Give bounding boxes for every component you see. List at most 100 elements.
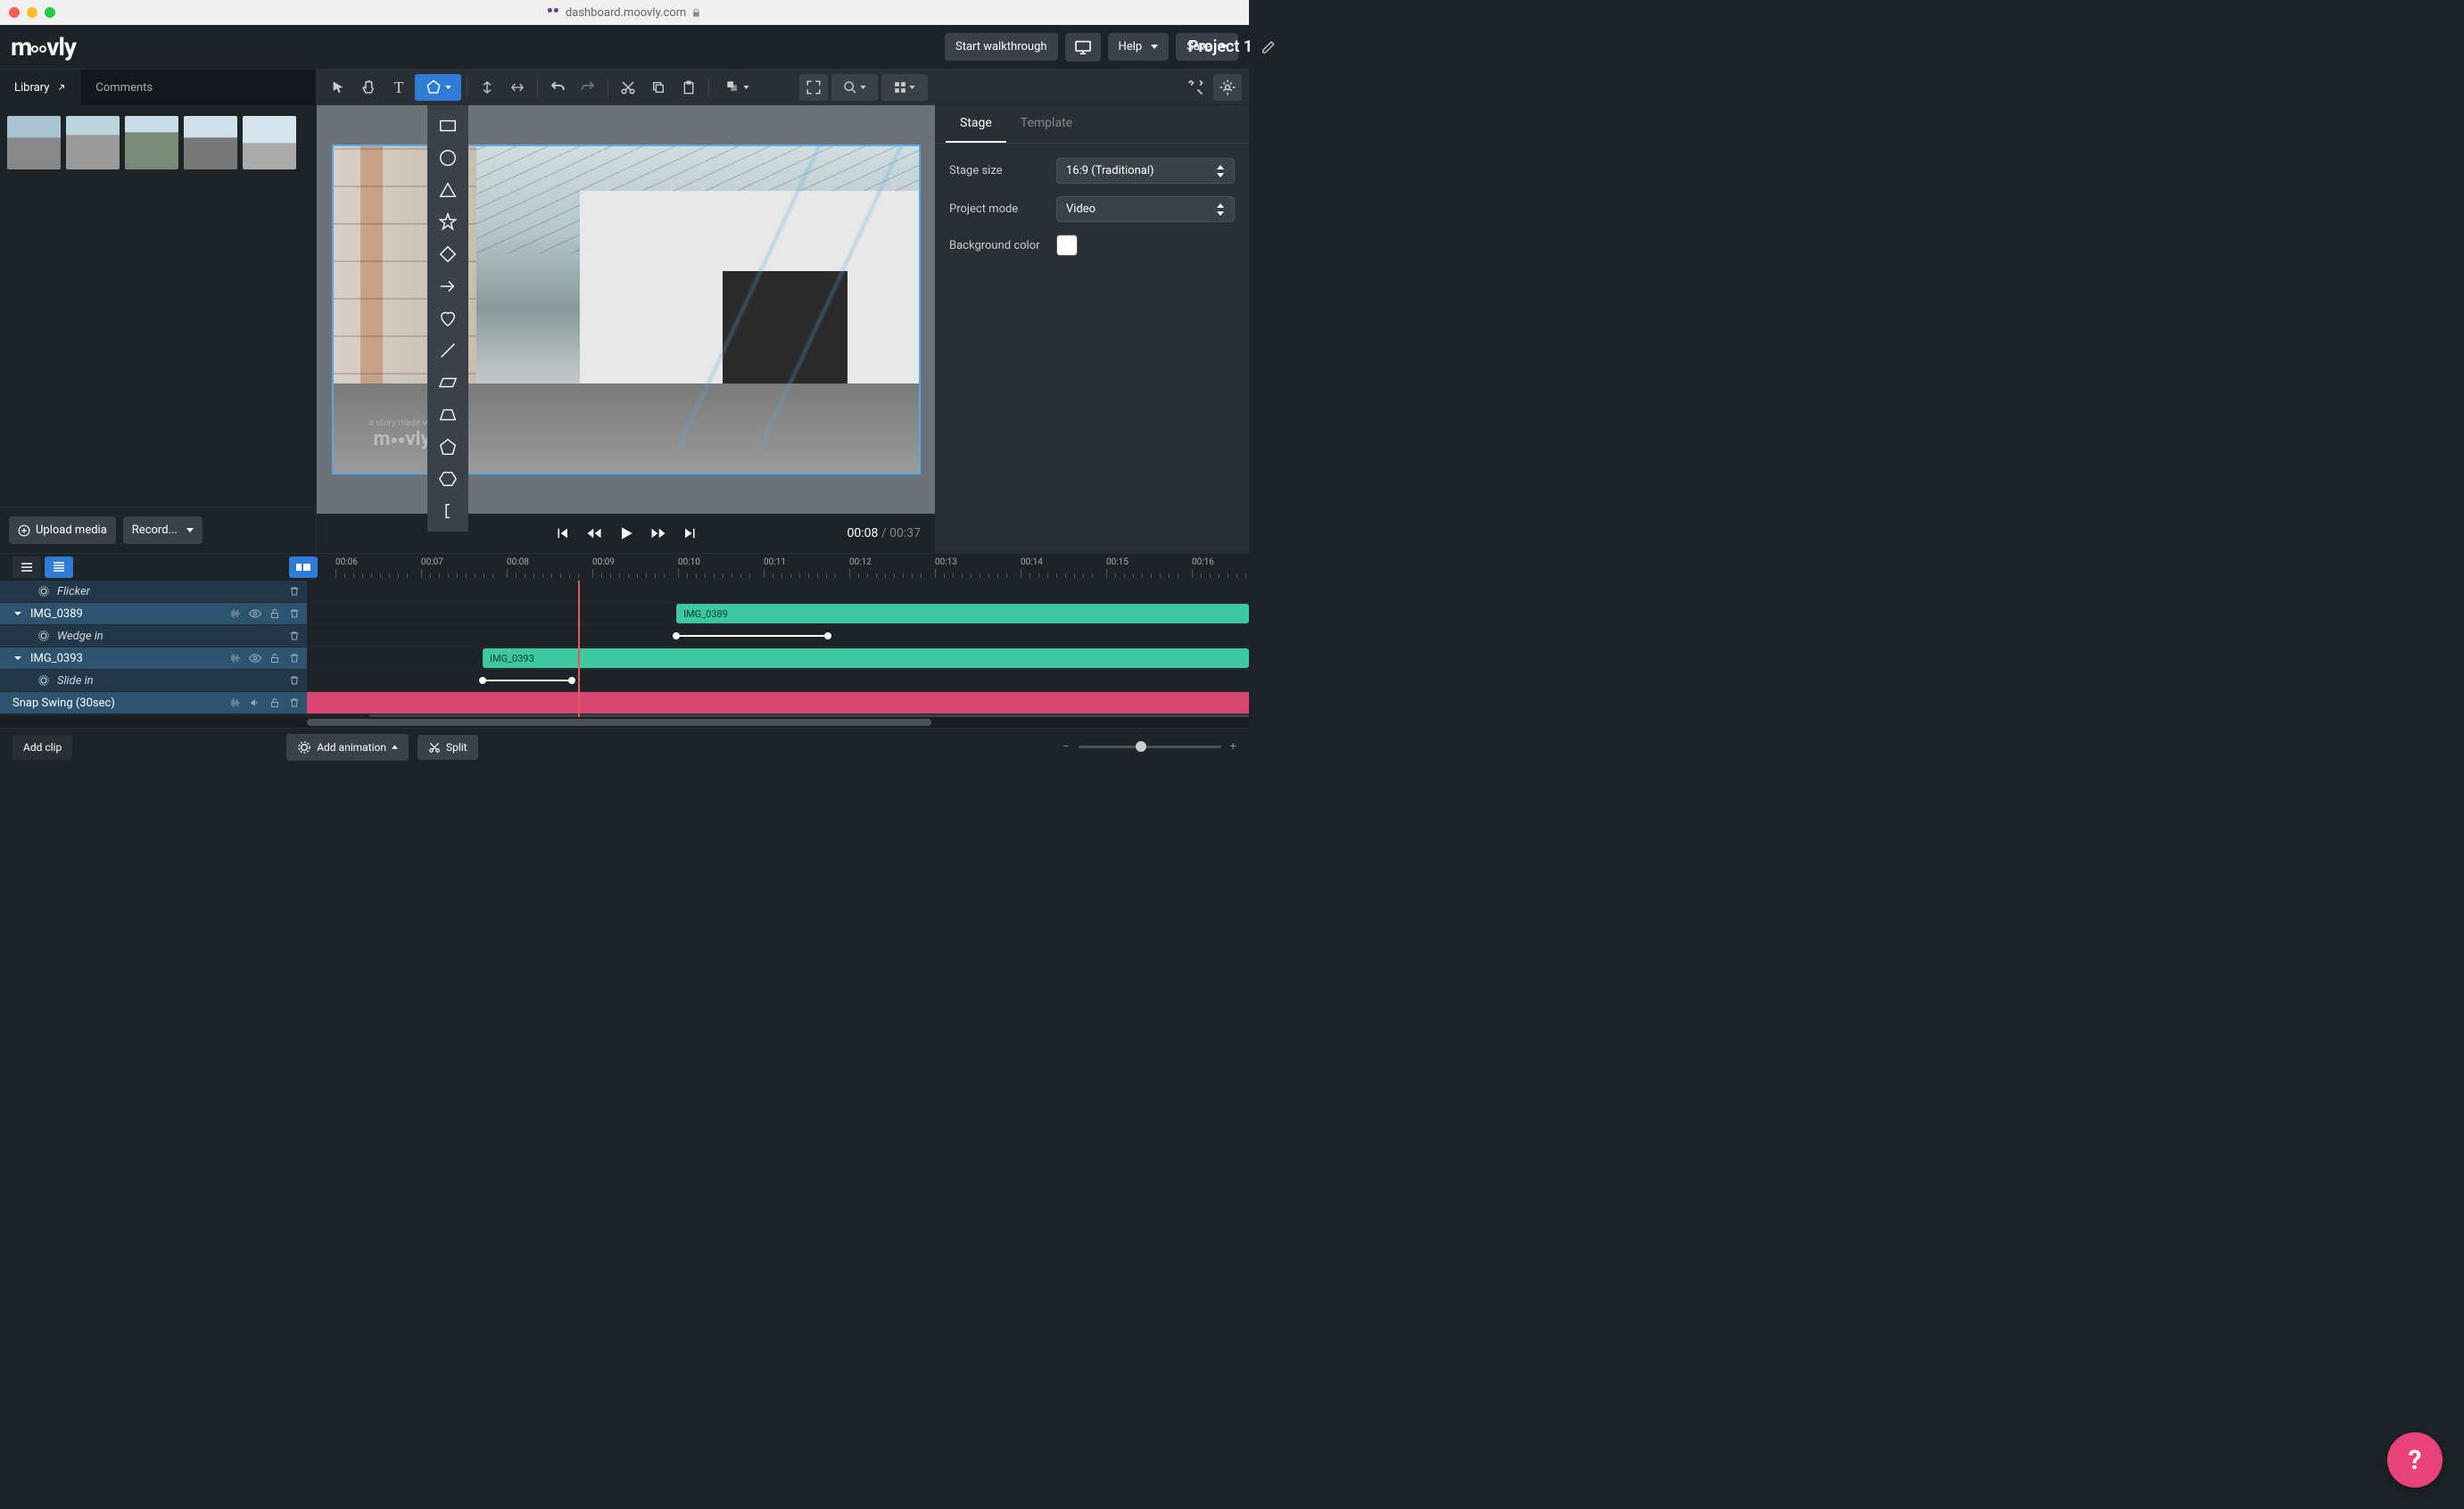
align-horizontal-tool[interactable]: [503, 74, 532, 101]
animation-bar[interactable]: [676, 635, 828, 637]
track-row[interactable]: Wedge in: [0, 625, 307, 647]
tab-library[interactable]: Library: [0, 70, 81, 105]
trash-icon[interactable]: [287, 673, 302, 688]
shape-arrow[interactable]: [432, 271, 464, 301]
tools-icon[interactable]: [1181, 74, 1210, 101]
shape-tool[interactable]: [415, 74, 461, 101]
shape-star[interactable]: [432, 207, 464, 237]
stage-size-select[interactable]: 16:9 (Traditional): [1056, 158, 1235, 184]
track-row[interactable]: Flicker: [0, 581, 307, 603]
shape-triangle[interactable]: [432, 175, 464, 205]
shape-circle[interactable]: [432, 143, 464, 173]
timeline-mode-a[interactable]: [289, 557, 318, 578]
shape-heart[interactable]: [432, 303, 464, 334]
undo-button[interactable]: [543, 74, 572, 101]
trash-icon[interactable]: [287, 651, 302, 665]
play-button[interactable]: [616, 524, 636, 543]
timeline-view-detailed[interactable]: [45, 557, 73, 578]
clip-img0389[interactable]: IMG_0389: [676, 604, 1249, 623]
timeline-ruler[interactable]: 00:0600:0700:0800:0900:1000:1100:1200:13…: [318, 554, 1249, 581]
trash-icon[interactable]: [287, 629, 302, 643]
skip-start-button[interactable]: [552, 524, 572, 543]
track-row[interactable]: IMG_0393: [0, 647, 307, 670]
waveform-icon[interactable]: [228, 651, 243, 665]
help-fab[interactable]: ?: [2387, 1432, 2443, 1488]
library-thumbnail[interactable]: [243, 116, 296, 169]
lock-icon[interactable]: [268, 606, 282, 621]
skip-end-button[interactable]: [681, 524, 700, 543]
clip-audio[interactable]: [307, 692, 1249, 713]
timeline-scrollbar[interactable]: [0, 717, 1249, 728]
animation-bar[interactable]: [483, 680, 572, 681]
shape-parallelogram[interactable]: [432, 367, 464, 398]
record-button[interactable]: Record...: [123, 516, 203, 544]
zoom-out[interactable]: −: [1062, 740, 1069, 754]
canvas-stage[interactable]: a story made with m●●vly: [332, 144, 921, 474]
track-row[interactable]: IMG_0389: [0, 603, 307, 625]
shape-trapezoid[interactable]: [432, 400, 464, 430]
zoom-tool[interactable]: [831, 74, 878, 101]
zoom-slider-track[interactable]: [1079, 746, 1221, 748]
trash-icon[interactable]: [287, 606, 302, 621]
preview-button[interactable]: [1065, 33, 1101, 62]
rewind-button[interactable]: [584, 524, 604, 543]
canvas-area[interactable]: a story made with m●●vly: [317, 105, 935, 514]
redo-button[interactable]: [574, 74, 602, 101]
upload-media-button[interactable]: Upload media: [9, 516, 116, 544]
scrollbar-thumb[interactable]: [307, 719, 931, 726]
library-thumbnail[interactable]: [66, 116, 120, 169]
shape-hexagon[interactable]: [432, 464, 464, 494]
clip-area[interactable]: IMG_0389 IMG_0393: [307, 581, 1249, 717]
settings-icon[interactable]: [1213, 74, 1242, 101]
help-button[interactable]: Help: [1108, 33, 1170, 61]
chevron-down-icon[interactable]: [12, 653, 23, 664]
waveform-icon[interactable]: [228, 606, 243, 621]
library-thumbnail[interactable]: [7, 116, 61, 169]
timeline-view-list[interactable]: [12, 557, 41, 578]
trash-icon[interactable]: [287, 584, 302, 598]
tab-stage[interactable]: Stage: [946, 105, 1006, 143]
grid-tool[interactable]: [881, 74, 928, 101]
copy-button[interactable]: [644, 74, 673, 101]
project-mode-select[interactable]: Video: [1056, 196, 1235, 222]
shape-line[interactable]: [432, 335, 464, 366]
library-thumbnail[interactable]: [184, 116, 237, 169]
logo[interactable]: mvly: [11, 32, 76, 62]
edit-title-icon[interactable]: [1261, 40, 1276, 54]
playhead[interactable]: [578, 581, 580, 717]
select-tool[interactable]: [324, 74, 352, 101]
minimize-window[interactable]: [27, 7, 37, 18]
add-animation-button[interactable]: Add animation: [286, 734, 409, 761]
lock-icon[interactable]: [268, 696, 282, 710]
split-button[interactable]: Split: [418, 735, 478, 760]
eye-icon[interactable]: [248, 651, 262, 665]
eye-icon[interactable]: [248, 606, 262, 621]
pan-tool[interactable]: [354, 74, 383, 101]
fast-forward-button[interactable]: [649, 524, 668, 543]
chevron-down-icon[interactable]: [12, 608, 23, 619]
align-vertical-tool[interactable]: [473, 74, 501, 101]
trash-icon[interactable]: [287, 696, 302, 710]
close-window[interactable]: [9, 7, 20, 18]
tab-comments[interactable]: Comments: [81, 70, 167, 105]
volume-icon[interactable]: [248, 696, 262, 710]
shape-bracket[interactable]: [432, 496, 464, 526]
lock-icon[interactable]: [268, 651, 282, 665]
waveform-icon[interactable]: [228, 696, 243, 710]
shape-rectangle[interactable]: [432, 111, 464, 141]
zoom-slider-thumb[interactable]: [1136, 741, 1146, 752]
cut-button[interactable]: [614, 74, 642, 101]
paste-button[interactable]: [674, 74, 703, 101]
maximize-window[interactable]: [45, 7, 55, 18]
track-row[interactable]: Snap Swing (30sec): [0, 692, 307, 714]
library-thumbnail[interactable]: [125, 116, 178, 169]
shape-diamond[interactable]: [432, 239, 464, 269]
fit-screen-button[interactable]: [799, 74, 828, 101]
zoom-in[interactable]: +: [1230, 740, 1236, 754]
add-clip-button[interactable]: Add clip: [12, 735, 72, 760]
track-row[interactable]: Slide in: [0, 670, 307, 692]
clip-img0393[interactable]: IMG_0393: [483, 648, 1249, 668]
tab-template[interactable]: Template: [1006, 105, 1087, 143]
shape-pentagon[interactable]: [432, 432, 464, 462]
arrange-tool[interactable]: [715, 74, 761, 101]
